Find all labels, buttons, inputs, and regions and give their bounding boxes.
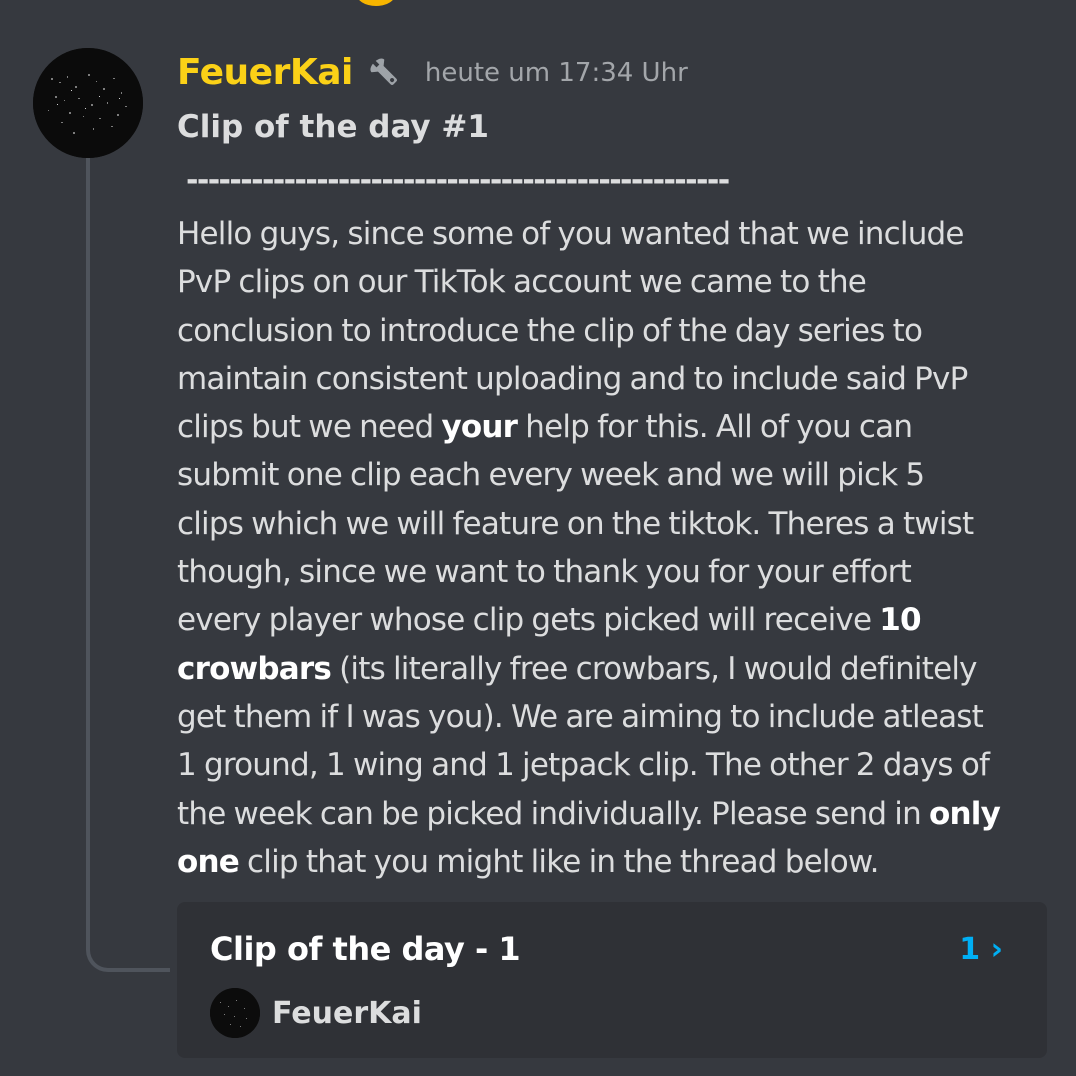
- message-body: Hello guys, since some of you wanted tha…: [177, 210, 1057, 886]
- message-line: submit one clip each every week and we w…: [177, 457, 925, 494]
- thread-message-count[interactable]: 1 ›: [959, 932, 1003, 967]
- avatar-city-image: [210, 988, 260, 1038]
- message-title: Clip of the day #1: [177, 109, 489, 145]
- message-line: 1 ground, 1 wing and 1 jetpack clip. The…: [177, 747, 990, 784]
- bold-text: one: [177, 843, 240, 880]
- chevron-right-icon: ›: [990, 932, 1003, 967]
- message-line: though, since we want to thank you for y…: [177, 554, 912, 591]
- message-line: PvP clips on our TikTok account we came …: [177, 264, 867, 301]
- message-line: maintain consistent uploading and to inc…: [177, 360, 968, 397]
- wrench-icon: [370, 57, 397, 85]
- message-divider: ----------------------------------------…: [186, 163, 730, 198]
- message-line: clips which we will feature on the tikto…: [177, 505, 974, 542]
- message-line: the week can be picked individually. Ple…: [177, 795, 1001, 832]
- thread-count-number: 1: [959, 932, 981, 967]
- bold-text: only: [929, 795, 1001, 832]
- message-header: FeuerKai heute um 17:34 Uhr: [177, 52, 688, 93]
- thread-author-name: FeuerKai: [272, 995, 422, 1031]
- message-line: Hello guys, since some of you wanted tha…: [177, 216, 965, 252]
- message-line: crowbars (its literally free crowbars, I…: [177, 650, 978, 687]
- message-line: clips but we need your help for this. Al…: [177, 409, 913, 446]
- message-line: conclusion to introduce the clip of the …: [177, 312, 923, 349]
- message-line: every player whose clip gets picked will…: [177, 602, 922, 639]
- message-line: get them if I was you). We are aiming to…: [177, 698, 984, 735]
- thread-author-avatar: [210, 988, 260, 1038]
- bold-text: your: [441, 409, 518, 446]
- thread-connector-line: [86, 158, 170, 972]
- avatar-city-image: [33, 48, 143, 158]
- bold-text: 10: [879, 602, 921, 639]
- message-timestamp: heute um 17:34 Uhr: [424, 57, 688, 88]
- thread-author: FeuerKai: [210, 988, 422, 1038]
- thread-preview-card[interactable]: Clip of the day - 1 1 › FeuerKai: [177, 902, 1047, 1058]
- username[interactable]: FeuerKai: [177, 52, 353, 93]
- emoji-reaction-partial: [356, 0, 396, 6]
- bold-text: crowbars: [177, 650, 332, 687]
- user-avatar[interactable]: [33, 48, 143, 158]
- message-line: one clip that you might like in the thre…: [177, 843, 879, 880]
- thread-title[interactable]: Clip of the day - 1: [210, 930, 521, 968]
